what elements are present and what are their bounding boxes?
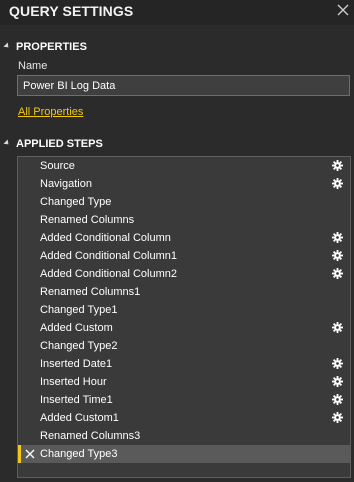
name-label: Name	[18, 60, 48, 72]
gear-icon[interactable]	[332, 358, 343, 369]
applied-step-label: Changed Type1	[40, 304, 118, 316]
applied-step-label: Added Custom	[40, 322, 113, 334]
applied-step-label: Added Conditional Column2	[40, 268, 177, 280]
applied-step-label: Inserted Time1	[40, 394, 113, 406]
gear-icon[interactable]	[332, 376, 343, 387]
all-properties-link[interactable]: All Properties	[18, 106, 83, 118]
applied-step-item[interactable]: Added Conditional Column	[18, 229, 350, 247]
query-name-input[interactable]	[17, 75, 350, 96]
gear-icon[interactable]	[332, 322, 343, 333]
gear-icon[interactable]	[332, 232, 343, 243]
applied-step-label: Navigation	[40, 178, 92, 190]
applied-step-label: Changed Type2	[40, 340, 118, 352]
applied-step-label: Added Conditional Column1	[40, 250, 177, 262]
applied-step-label: Added Custom1	[40, 412, 119, 424]
applied-step-label: Changed Type	[40, 196, 112, 208]
delete-x-icon[interactable]	[25, 448, 35, 459]
pane-title: QUERY SETTINGS	[9, 3, 134, 19]
gear-icon[interactable]	[332, 412, 343, 423]
applied-step-label: Renamed Columns	[40, 214, 135, 226]
applied-step-label: Changed Type3	[40, 448, 118, 460]
applied-steps-section-toggle[interactable]: APPLIED STEPS	[3, 138, 103, 150]
gear-icon[interactable]	[332, 268, 343, 279]
applied-step-item[interactable]: Renamed Columns3	[18, 427, 350, 445]
applied-step-item[interactable]: Added Conditional Column1	[18, 247, 350, 265]
applied-step-item[interactable]: Changed Type	[18, 193, 350, 211]
collapse-triangle-icon	[3, 139, 11, 147]
pane-header: QUERY SETTINGS	[0, 0, 354, 25]
applied-step-item[interactable]: Inserted Time1	[18, 391, 350, 409]
applied-step-label: Renamed Columns1	[40, 286, 141, 298]
applied-step-item[interactable]: Source	[18, 157, 350, 175]
properties-section-toggle[interactable]: PROPERTIES	[3, 41, 87, 53]
applied-step-label: Renamed Columns3	[40, 430, 141, 442]
applied-step-label: Inserted Hour	[40, 376, 107, 388]
applied-step-item[interactable]: Added Conditional Column2	[18, 265, 350, 283]
applied-step-item[interactable]: Navigation	[18, 175, 350, 193]
applied-step-item[interactable]: Added Custom	[18, 319, 350, 337]
applied-step-item[interactable]: Changed Type3	[18, 445, 350, 463]
gear-icon[interactable]	[332, 250, 343, 261]
applied-step-item[interactable]: Renamed Columns	[18, 211, 350, 229]
applied-step-label: Source	[40, 160, 75, 172]
applied-step-item[interactable]: Changed Type2	[18, 337, 350, 355]
collapse-triangle-icon	[3, 42, 11, 50]
applied-step-item[interactable]: Inserted Hour	[18, 373, 350, 391]
applied-step-item[interactable]: Changed Type1	[18, 301, 350, 319]
gear-icon[interactable]	[332, 178, 343, 189]
applied-step-item[interactable]: Added Custom1	[18, 409, 350, 427]
gear-icon[interactable]	[332, 160, 343, 171]
applied-step-item[interactable]: Renamed Columns1	[18, 283, 350, 301]
properties-section-label: PROPERTIES	[16, 41, 87, 53]
applied-step-label: Inserted Date1	[40, 358, 113, 370]
gear-icon[interactable]	[332, 394, 343, 405]
applied-steps-section-label: APPLIED STEPS	[16, 138, 103, 150]
query-settings-pane: QUERY SETTINGS PROPERTIES Name All Prope…	[0, 0, 354, 482]
applied-steps-list: Source Navigation Changed Type Renamed Colu…	[17, 156, 351, 478]
applied-step-label: Added Conditional Column	[40, 232, 171, 244]
close-icon[interactable]	[335, 2, 351, 18]
applied-step-item[interactable]: Inserted Date1	[18, 355, 350, 373]
